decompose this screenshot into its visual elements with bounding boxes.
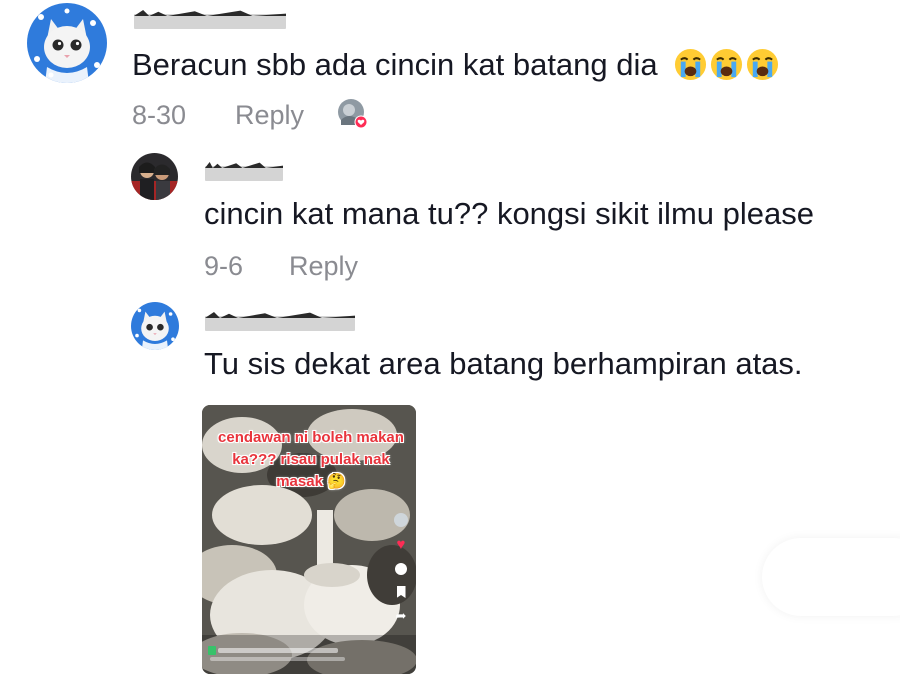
music-icon	[208, 646, 216, 655]
comment-text: Beracun sbb ada cincin kat batang dia	[132, 47, 779, 83]
comment-body: Beracun sbb ada cincin kat batang dia	[132, 47, 658, 82]
video-footer	[208, 646, 368, 664]
loudly-crying-face-icon	[746, 48, 779, 81]
avatar[interactable]	[131, 153, 178, 200]
comment-body: cincin kat mana tu?? kongsi sikit ilmu p…	[204, 196, 814, 231]
redacted-username[interactable]	[205, 162, 283, 181]
creator-liked-icon	[337, 98, 368, 129]
comment-date: 8-30	[132, 100, 187, 130]
loudly-crying-face-icon	[674, 48, 707, 81]
redacted-username[interactable]	[134, 10, 286, 29]
comment-thread: Beracun sbb ada cincin kat batang dia 8-…	[0, 0, 900, 677]
comment-icon	[395, 563, 407, 575]
video-action-icons: ♥ ➦	[390, 513, 412, 623]
avatar[interactable]	[27, 3, 107, 83]
heart-icon: ♥	[396, 536, 406, 553]
avatar[interactable]	[131, 302, 179, 350]
reply-button[interactable]: Reply	[235, 99, 304, 131]
reply-button[interactable]: Reply	[289, 250, 358, 282]
share-icon: ➦	[395, 608, 407, 623]
video-thumbnail[interactable]: cendawan ni boleh makan ka??? risau pula…	[202, 405, 416, 674]
bookmark-icon	[396, 586, 406, 598]
comment-date: 9-6	[204, 251, 244, 281]
comment-body: Tu sis dekat area batang berhampiran ata…	[204, 346, 803, 381]
loudly-crying-face-icon	[710, 48, 743, 81]
redacted-username[interactable]	[205, 312, 355, 331]
creator-avatar-icon	[394, 513, 408, 527]
video-caption: cendawan ni boleh makan ka??? risau pula…	[218, 429, 404, 490]
floating-panel	[762, 538, 900, 616]
